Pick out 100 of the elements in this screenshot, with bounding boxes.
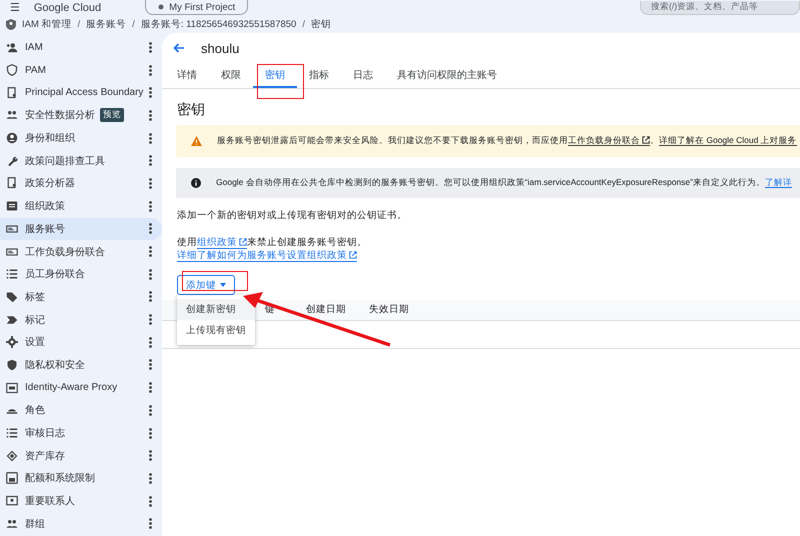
sidebar-item[interactable]: 服务账号	[0, 218, 162, 240]
more-options-icon[interactable]	[149, 336, 152, 348]
sidebar-item[interactable]: PAM	[0, 58, 162, 82]
section-heading: 密钥	[177, 101, 206, 119]
sidebar-item[interactable]: 员工身份联合	[0, 262, 162, 286]
breadcrumb-separator: /	[78, 18, 80, 30]
sidebar-item[interactable]: IAM	[0, 36, 162, 59]
menu-item[interactable]: 上传现有密钥	[177, 320, 255, 341]
shield-icon	[6, 64, 18, 76]
sidebar-item[interactable]: 安全性数据分析 预览	[0, 104, 162, 127]
tab[interactable]: 具有访问权限的主账号	[385, 63, 509, 88]
label-icon	[6, 314, 18, 326]
sidebar-item[interactable]: 资产库存	[0, 444, 162, 468]
more-options-icon[interactable]	[149, 496, 152, 507]
sidebar-item[interactable]: 组织政策	[0, 194, 162, 218]
tab[interactable]: 详情	[165, 63, 209, 88]
info-text: Google 会自动停用在公共仓库中检测到的服务账号密钥。您可以使用组织政策“iam.serviceAccountKeyExposureResponse”来自定义此行为。了解详	[216, 177, 792, 189]
info-icon	[191, 178, 201, 188]
sidebar-item-label: 审核日志	[25, 426, 65, 440]
link[interactable]: 组织政策	[197, 237, 247, 249]
more-options-icon[interactable]	[149, 42, 152, 53]
breadcrumb-item: 密钥	[310, 18, 331, 30]
tag-icon	[6, 290, 18, 303]
sidebar-item-label: 隐私权和安全	[25, 358, 85, 372]
tab[interactable]: 指标	[297, 63, 341, 88]
sidebar-item[interactable]: 隐私权和安全	[0, 354, 162, 376]
more-options-icon[interactable]	[149, 518, 152, 530]
more-options-icon[interactable]	[149, 404, 152, 416]
breadcrumb-item[interactable]: 服务账号: 118256546932551587850	[140, 18, 296, 30]
sidebar-item-label: 员工身份联合	[25, 268, 85, 282]
column-header: 失效日期	[369, 305, 409, 315]
policy-text: 使用组织政策 来禁止创建服务账号密钥。	[177, 236, 368, 249]
sidebar-item-label: Principal Access Boundary	[25, 87, 144, 98]
sidebar-item[interactable]: 政策问题排查工具	[0, 149, 162, 172]
people-icon	[6, 518, 18, 530]
more-options-icon[interactable]	[149, 132, 152, 144]
sidebar-item-label: 设置	[25, 336, 45, 350]
menu-icon[interactable]: ☰	[10, 1, 20, 14]
sidebar-item[interactable]: 设置	[0, 330, 162, 354]
sidebar-item-label: 标签	[25, 290, 45, 304]
warning-icon	[191, 136, 202, 146]
sidebar-item-label: 政策问题排查工具	[25, 154, 105, 168]
people-icon	[6, 109, 18, 122]
sidebar-item[interactable]: 重要联系人	[0, 490, 162, 512]
id-card-icon	[6, 246, 18, 258]
search-field[interactable]: 搜索(/)资源、文档、产品等	[640, 0, 800, 14]
sidebar-item[interactable]: 群组	[0, 512, 162, 536]
external-link-icon	[239, 238, 247, 246]
tab[interactable]: 权限	[209, 63, 253, 88]
tab[interactable]: 日志	[341, 63, 385, 88]
sidebar-item-label: 组织政策	[25, 200, 65, 214]
sidebar-item[interactable]: Principal Access Boundary	[0, 81, 162, 104]
sidebar-item[interactable]: 标记	[0, 308, 162, 331]
more-options-icon[interactable]	[149, 382, 152, 394]
sidebar-item-label: 群组	[25, 518, 45, 531]
menu-item[interactable]: 创建新密钥	[177, 299, 255, 320]
add-key-button[interactable]: 添加键	[177, 275, 235, 295]
more-options-icon[interactable]	[149, 178, 152, 189]
sidebar-item[interactable]: 政策分析器	[0, 172, 162, 195]
more-options-icon[interactable]	[149, 359, 152, 370]
more-options-icon[interactable]	[149, 450, 152, 462]
sidebar-item[interactable]: 角色	[0, 399, 162, 422]
more-options-icon[interactable]	[149, 291, 152, 302]
document-icon	[6, 177, 18, 190]
document-icon	[6, 86, 18, 99]
more-options-icon[interactable]	[149, 87, 152, 98]
sidebar-item[interactable]: 标签	[0, 286, 162, 308]
link[interactable]: 详细了解如何为服务账号设置组织政策	[177, 250, 357, 262]
more-options-icon[interactable]	[149, 200, 152, 212]
sidebar-item[interactable]: 审核日志	[0, 422, 162, 444]
sidebar-item-label: 标记	[25, 314, 45, 327]
more-options-icon[interactable]	[149, 472, 152, 484]
link[interactable]: 工作负载身份联合	[568, 135, 650, 146]
sidebar-item-label: 身份和组织	[25, 132, 75, 146]
breadcrumb-item[interactable]: 服务账号	[86, 18, 126, 30]
annotation-box	[257, 64, 304, 99]
sidebar-item[interactable]: 身份和组织	[0, 126, 162, 150]
more-options-icon[interactable]	[149, 314, 152, 326]
sidebar-item-label: Identity-Aware Proxy	[25, 382, 118, 394]
link[interactable]: 了解详	[764, 177, 792, 188]
more-options-icon[interactable]	[149, 110, 152, 121]
more-options-icon[interactable]	[149, 246, 152, 258]
sidebar-item[interactable]: 工作负载身份联合	[0, 240, 162, 263]
product-name: Google Cloud	[34, 2, 102, 14]
more-options-icon[interactable]	[149, 155, 152, 166]
more-options-icon[interactable]	[149, 268, 152, 280]
back-arrow-icon[interactable]	[173, 43, 185, 53]
tab[interactable]: 密钥	[253, 63, 297, 88]
link[interactable]: 详细了解在 Google Cloud 上对服务	[659, 135, 797, 146]
breadcrumb-item[interactable]: IAM 和管理	[22, 18, 72, 30]
sidebar-item[interactable]: Identity-Aware Proxy	[0, 376, 162, 399]
more-options-icon[interactable]	[149, 428, 152, 439]
sidebar-item[interactable]: 配额和系统限制	[0, 467, 162, 490]
more-options-icon[interactable]	[149, 223, 152, 234]
sidebar-item-label: 服务账号	[25, 222, 65, 236]
shield-icon	[6, 358, 18, 371]
breadcrumb-separator: /	[132, 18, 135, 30]
more-options-icon[interactable]	[149, 64, 152, 76]
shield-person-icon	[6, 18, 16, 30]
project-picker[interactable]: My First Project	[145, 0, 248, 15]
